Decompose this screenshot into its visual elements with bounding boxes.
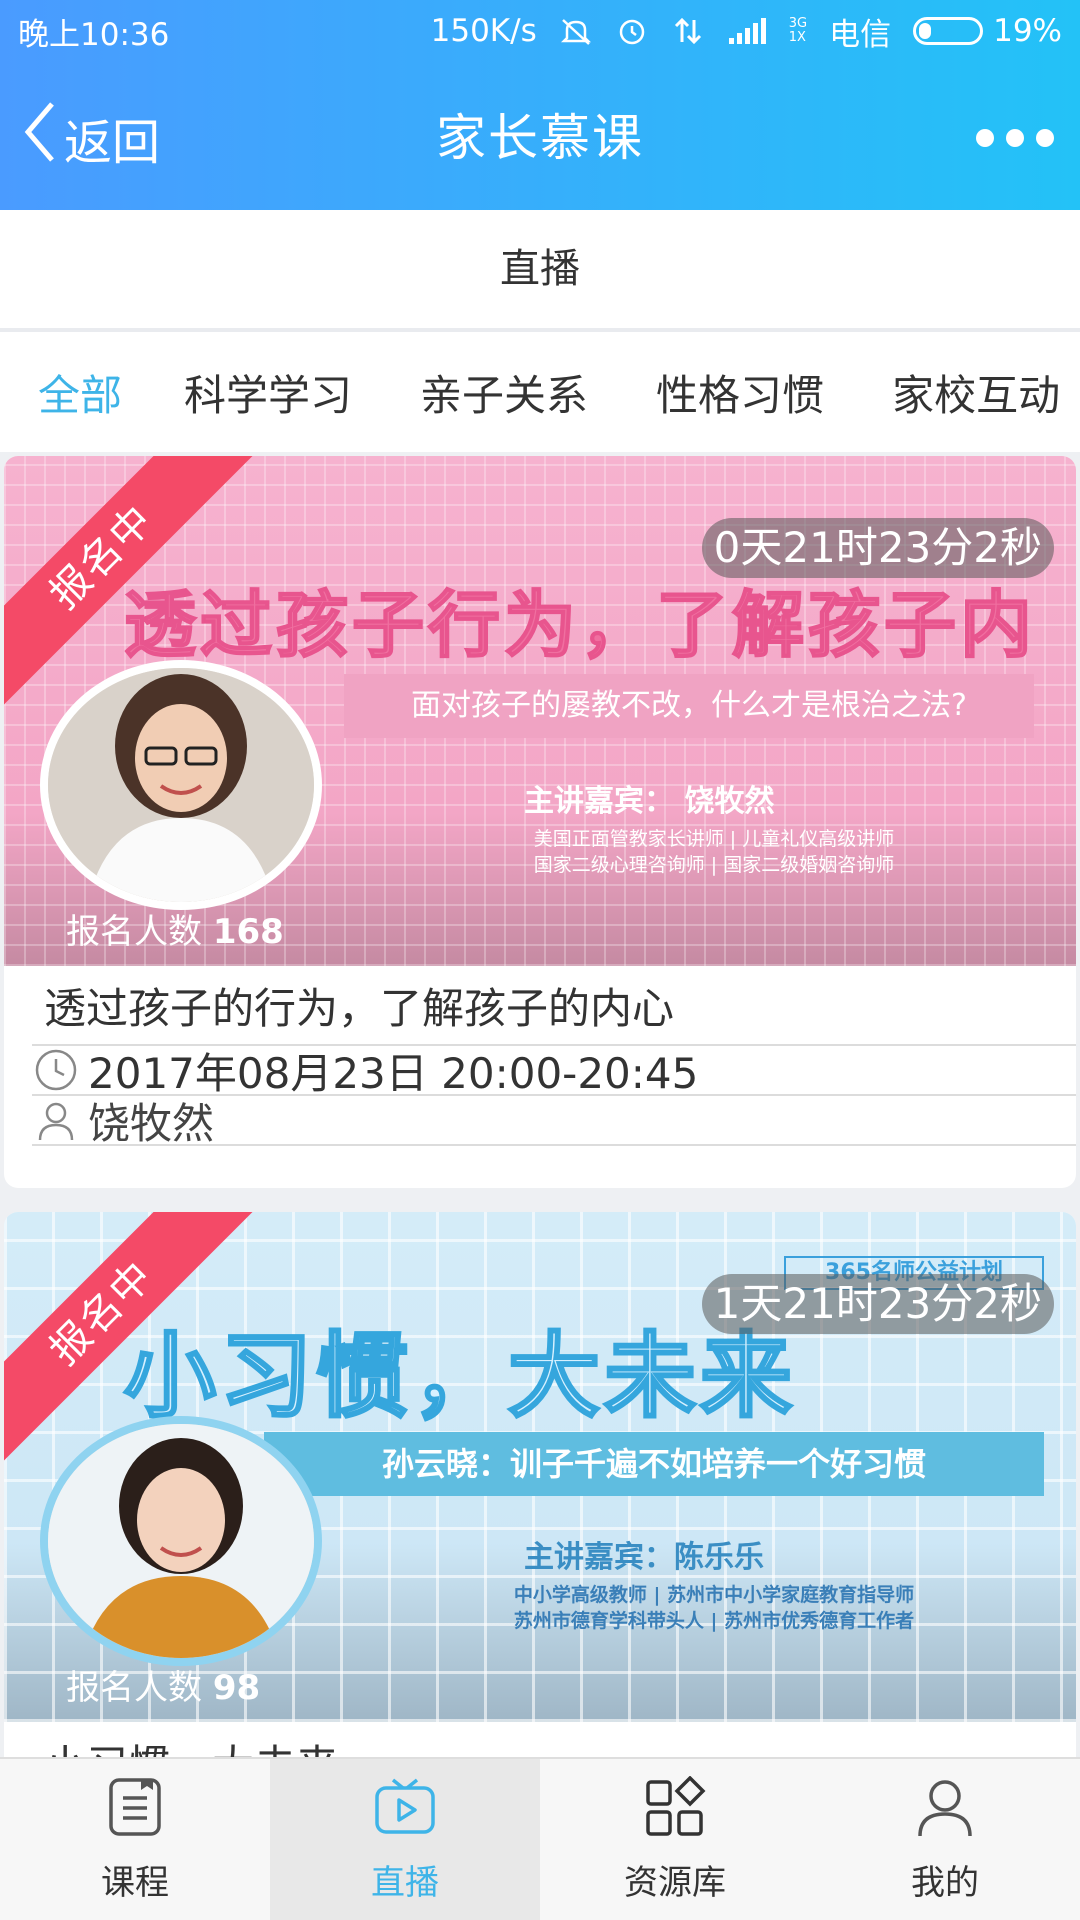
category-tabs: 全部 科学学习 亲子关系 性格习惯 家校互动 xyxy=(0,332,1080,452)
course-list: 透过孩子行为，了解孩子内心 面对孩子的屡教不改，什么才是根治之法? 主讲嘉宾： … xyxy=(0,452,1080,1757)
nav-bar: 返回 家长慕课 xyxy=(0,62,1080,210)
status-right: 150K/s 3G 1X 电信 19% xyxy=(431,9,1062,54)
more-options-icon[interactable] xyxy=(954,118,1054,158)
course-host-row: 饶牧然 xyxy=(32,1096,1076,1148)
speaker-avatar xyxy=(40,660,322,910)
course-info: 小习惯，大未来 xyxy=(4,1722,1076,1758)
person-icon xyxy=(32,1096,80,1144)
banner-guest: 主讲嘉宾： 饶牧然 xyxy=(524,784,775,819)
alarm-icon xyxy=(615,16,649,46)
tab-character-habit[interactable]: 性格习惯 xyxy=(656,362,824,423)
clock-icon xyxy=(32,1046,80,1094)
tab-science-study[interactable]: 科学学习 xyxy=(184,362,352,423)
signup-count: 报名人数 98 xyxy=(66,1668,261,1708)
network-type: 3G 1X xyxy=(788,16,808,45)
battery-indicator: 19% xyxy=(913,13,1062,49)
course-card[interactable]: 透过孩子行为，了解孩子内心 面对孩子的屡教不改，什么才是根治之法? 主讲嘉宾： … xyxy=(4,456,1076,1188)
countdown-timer: 1天21时23分2秒 xyxy=(701,1274,1054,1334)
network-speed: 150K/s xyxy=(430,13,537,49)
carrier-name: 电信 xyxy=(829,16,892,53)
signal-icon xyxy=(727,16,767,46)
banner-subline: 面对孩子的屡教不改，什么才是根治之法? xyxy=(344,674,1034,738)
tab-home-school[interactable]: 家校互动 xyxy=(892,362,1060,423)
app-header: 晚上10:36 150K/s 3G 1X 电信 19% 返回 家长慕课 xyxy=(0,0,1080,210)
tab-resources[interactable]: 资源库 xyxy=(540,1759,810,1920)
battery-icon xyxy=(913,17,984,45)
course-time-row: 2017年08月23日 20:00-20:45 xyxy=(32,1046,1076,1098)
course-host: 饶牧然 xyxy=(88,1098,215,1148)
signup-count: 报名人数 168 xyxy=(66,912,284,952)
banner-guest: 主讲嘉宾：陈乐乐 xyxy=(524,1540,764,1575)
person-icon xyxy=(914,1776,976,1847)
battery-level: 19% xyxy=(993,13,1062,49)
speaker-avatar xyxy=(40,1416,322,1666)
status-bar: 晚上10:36 150K/s 3G 1X 电信 19% xyxy=(0,0,1080,62)
tab-all[interactable]: 全部 xyxy=(38,362,122,423)
mute-icon xyxy=(559,16,593,46)
course-title[interactable]: 小习惯，大未来 xyxy=(32,1722,1076,1758)
course-card[interactable]: 365名师公益计划 小习惯，大未来 孙云晓：训子千遍不如培养一个好习惯 主讲嘉宾… xyxy=(4,1212,1076,1757)
course-title[interactable]: 透过孩子的行为，了解孩子的内心 xyxy=(32,966,1076,1046)
countdown-timer: 0天21时23分2秒 xyxy=(701,518,1054,578)
document-icon xyxy=(107,1776,163,1847)
course-info: 透过孩子的行为，了解孩子的内心 2017年08月23日 20:00-20:45 … xyxy=(4,966,1076,1188)
grid-icon xyxy=(644,1775,706,1847)
tab-mine[interactable]: 我的 xyxy=(810,1759,1080,1920)
banner-guest-desc: 中小学高级教师 | 苏州市中小学家庭教育指导师 苏州市德育学科带头人 | 苏州市… xyxy=(513,1584,915,1632)
status-time: 晚上10:36 xyxy=(18,16,170,53)
tab-courses[interactable]: 课程 xyxy=(0,1759,270,1920)
bottom-tab-bar: 课程 直播 资源库 我的 xyxy=(0,1757,1080,1920)
banner-subline: 孙云晓：训子千遍不如培养一个好习惯 xyxy=(264,1432,1044,1496)
course-banner[interactable]: 透过孩子行为，了解孩子内心 面对孩子的屡教不改，什么才是根治之法? 主讲嘉宾： … xyxy=(4,456,1076,966)
tv-icon xyxy=(373,1776,437,1847)
banner-guest-desc: 美国正面管教家长讲师 | 儿童礼仪高级讲师 国家二级心理咨询师 | 国家二级婚姻… xyxy=(533,828,895,876)
tab-live[interactable]: 直播 xyxy=(270,1759,540,1920)
tab-parent-child[interactable]: 亲子关系 xyxy=(420,362,588,423)
page-title: 家长慕课 xyxy=(436,109,644,167)
course-banner[interactable]: 365名师公益计划 小习惯，大未来 孙云晓：训子千遍不如培养一个好习惯 主讲嘉宾… xyxy=(4,1212,1076,1722)
section-title: 直播 xyxy=(0,210,1080,328)
data-transfer-icon xyxy=(671,16,705,46)
